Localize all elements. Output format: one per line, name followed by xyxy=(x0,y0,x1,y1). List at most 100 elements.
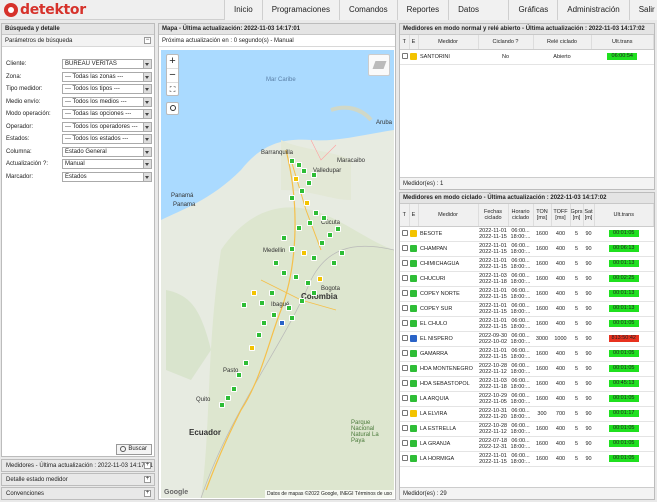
nav-programaciones[interactable]: Programaciones xyxy=(261,0,339,20)
map-marker-icon[interactable] xyxy=(321,215,327,221)
collapse-icon[interactable]: − xyxy=(144,37,151,44)
map-marker-icon[interactable] xyxy=(331,260,337,266)
table-row[interactable]: LA ARQUIA 2022-10-29 2022-11-05 06:00... 18… xyxy=(400,391,654,407)
cycled-scroll[interactable]: T E Medidor Fechas ciclado Horario ciclado TO… xyxy=(400,204,654,487)
filter-select[interactable]: --- Todos los tipos --- xyxy=(62,84,152,94)
map-type-button[interactable] xyxy=(368,54,390,76)
column-header[interactable]: Sat [m] xyxy=(583,204,595,227)
collapsed-convenciones[interactable]: Convenciones + xyxy=(1,487,155,500)
map-marker-icon[interactable] xyxy=(231,386,237,392)
map-marker-icon[interactable] xyxy=(251,290,257,296)
checkbox[interactable] xyxy=(401,319,408,326)
checkbox[interactable] xyxy=(401,424,408,431)
table-row[interactable]: COPEY NORTE 2022-11-01 2022-11-15 06:00... … xyxy=(400,286,654,302)
map-view[interactable]: + − ⛶ Mar Caribe Aruba Barranquilla Mara… xyxy=(161,50,394,498)
fullscreen-button[interactable]: ⛶ xyxy=(167,83,178,97)
filter-select[interactable]: BUREAU VERITAS xyxy=(62,59,152,69)
map-marker-icon[interactable] xyxy=(273,260,279,266)
nav-graficas[interactable]: Gráficas xyxy=(508,0,558,20)
map-marker-icon[interactable] xyxy=(311,255,317,261)
map-marker-icon[interactable] xyxy=(243,360,249,366)
collapsed-detalle[interactable]: Detalle estado medidor + xyxy=(1,473,155,486)
map-marker-icon[interactable] xyxy=(301,168,307,174)
checkbox[interactable] xyxy=(401,454,408,461)
checkbox[interactable] xyxy=(401,229,408,236)
filter-select[interactable]: Manual xyxy=(62,159,152,169)
map-marker-icon[interactable] xyxy=(281,235,287,241)
column-header[interactable]: Ult.trans xyxy=(591,35,654,50)
column-header[interactable]: Relé ciclado xyxy=(533,35,592,50)
table-row[interactable]: HDA SEBASTOPOL 2022-11-03 2022-11-18 06:00.… xyxy=(400,376,654,392)
nav-datos-disponibles[interactable]: Datos Disponibles xyxy=(448,0,509,33)
checkbox[interactable] xyxy=(401,394,408,401)
params-header[interactable]: Parámetros de búsqueda − xyxy=(2,35,154,47)
nav-reportes[interactable]: Reportes xyxy=(396,0,449,20)
column-header[interactable]: Gprs [m] xyxy=(570,204,584,227)
filter-select[interactable]: --- Todas las zonas --- xyxy=(62,71,152,82)
checkbox[interactable] xyxy=(401,349,408,356)
column-header[interactable]: TOFF [ms] xyxy=(551,204,571,227)
map-marker-icon[interactable] xyxy=(319,240,325,246)
table-row[interactable]: CHIMICHAGUA 2022-11-01 2022-11-15 06:00... … xyxy=(400,256,654,272)
column-header[interactable]: E xyxy=(409,35,419,50)
map-marker-icon[interactable] xyxy=(236,372,242,378)
checkbox[interactable] xyxy=(401,439,408,446)
map-marker-icon[interactable] xyxy=(281,270,287,276)
map-marker-icon[interactable] xyxy=(306,180,312,186)
map-marker-icon[interactable] xyxy=(261,320,267,326)
map-marker-icon[interactable] xyxy=(286,305,292,311)
filter-select[interactable]: --- Todos los operadores --- xyxy=(62,121,152,132)
table-row[interactable]: LA GRANJA 2022-07-18 2022-12-31 06:00... 18… xyxy=(400,436,654,452)
map-marker-icon[interactable] xyxy=(241,302,247,308)
column-header[interactable]: Ciclando ? xyxy=(478,35,534,50)
map-marker-icon[interactable] xyxy=(225,395,231,401)
map-marker-icon[interactable] xyxy=(305,280,311,286)
map-marker-icon[interactable] xyxy=(335,226,341,232)
table-row[interactable]: BESOTE 2022-11-01 2022-11-15 06:00... 18:00… xyxy=(400,226,654,242)
map-marker-icon[interactable] xyxy=(311,172,317,178)
table-row[interactable]: SANTORINI No Abierto 06:00:54 xyxy=(400,49,654,65)
expand-icon[interactable]: + xyxy=(144,476,151,483)
map-search-button[interactable] xyxy=(166,102,179,115)
table-row[interactable]: COPEY SUR 2022-11-01 2022-11-15 06:00... 18… xyxy=(400,301,654,317)
table-row[interactable]: EL NISPERO 2022-09-30 2022-10-02 06:00... 1… xyxy=(400,331,654,347)
checkbox[interactable] xyxy=(401,274,408,281)
zoom-out-button[interactable]: − xyxy=(167,69,178,83)
map-marker-icon[interactable] xyxy=(279,320,285,326)
table-row[interactable]: CHAMPAN 2022-11-01 2022-11-15 06:00... 18:0… xyxy=(400,241,654,257)
detektor-logo[interactable]: detektor xyxy=(4,1,114,19)
map-marker-icon[interactable] xyxy=(269,290,275,296)
checkbox[interactable] xyxy=(401,304,408,311)
map-marker-icon[interactable] xyxy=(296,225,302,231)
table-row[interactable]: EL CHULO 2022-11-01 2022-11-15 06:00... 18:… xyxy=(400,316,654,332)
map-marker-icon[interactable] xyxy=(311,290,317,296)
filter-select[interactable]: Estados xyxy=(62,171,152,182)
map-marker-icon[interactable] xyxy=(289,158,295,164)
map-marker-icon[interactable] xyxy=(293,274,299,280)
nav-inicio[interactable]: Inicio xyxy=(224,0,262,20)
checkbox[interactable] xyxy=(401,364,408,371)
checkbox[interactable] xyxy=(401,409,408,416)
map-marker-icon[interactable] xyxy=(317,276,323,282)
checkbox[interactable] xyxy=(401,259,408,266)
map-marker-icon[interactable] xyxy=(304,200,310,206)
map-marker-icon[interactable] xyxy=(299,188,305,194)
table-row[interactable]: LA ESTRELLA 2022-10-28 2022-11-12 06:00... … xyxy=(400,421,654,437)
map-marker-icon[interactable] xyxy=(293,176,299,182)
map-marker-icon[interactable] xyxy=(301,250,307,256)
column-header[interactable]: T xyxy=(400,204,410,227)
collapsed-medidores[interactable]: Medidores - Última actualización : 2022-… xyxy=(1,459,155,472)
filter-select[interactable]: --- Todos los estados --- xyxy=(62,134,152,144)
filter-select[interactable]: Estado General xyxy=(62,146,152,157)
map-marker-icon[interactable] xyxy=(219,402,225,408)
column-header[interactable]: Fechas ciclado xyxy=(478,204,509,227)
column-header[interactable]: TON [ms] xyxy=(533,204,552,227)
table-row[interactable]: LA ELVIRA 2022-10-31 2022-11-20 06:00... 18… xyxy=(400,406,654,422)
expand-icon[interactable]: + xyxy=(144,490,151,497)
map-marker-icon[interactable] xyxy=(271,312,277,318)
filter-select[interactable]: --- Todos los medios --- xyxy=(62,96,152,107)
checkbox[interactable] xyxy=(401,289,408,296)
map-marker-icon[interactable] xyxy=(289,246,295,252)
checkbox[interactable] xyxy=(401,379,408,386)
map-marker-icon[interactable] xyxy=(327,232,333,238)
